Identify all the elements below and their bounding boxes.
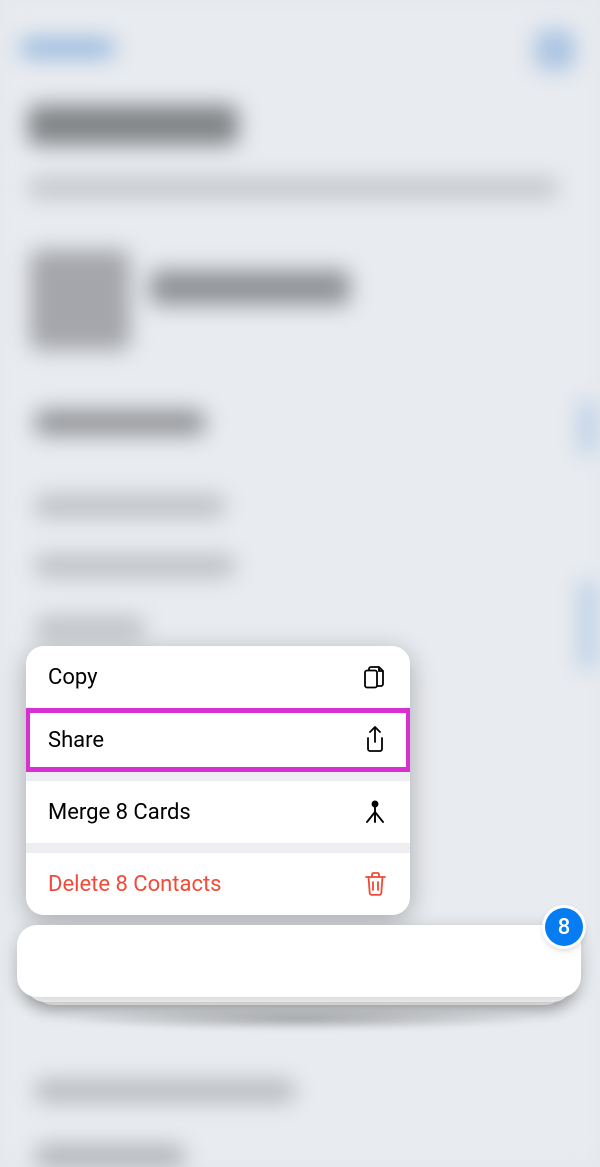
merge-label: Merge 8 Cards [48,800,191,825]
delete-label: Delete 8 Contacts [48,872,222,897]
copy-menu-item[interactable]: Copy [26,646,410,708]
selection-count-badge: 8 [545,908,583,946]
merge-icon [360,797,390,827]
trash-icon [360,869,390,899]
menu-group-separator [26,843,410,853]
delete-contacts-menu-item[interactable]: Delete 8 Contacts [26,853,410,915]
copy-label: Copy [48,665,98,690]
copy-docs-icon [360,662,390,692]
share-label: Share [48,728,104,753]
share-menu-item[interactable]: Share [26,709,410,771]
menu-group-separator [26,771,410,781]
context-menu: Copy Share Merge 8 Cards [26,646,410,915]
share-icon [360,725,390,755]
selected-contacts-stack[interactable]: 8 [17,925,581,1015]
merge-cards-menu-item[interactable]: Merge 8 Cards [26,781,410,843]
